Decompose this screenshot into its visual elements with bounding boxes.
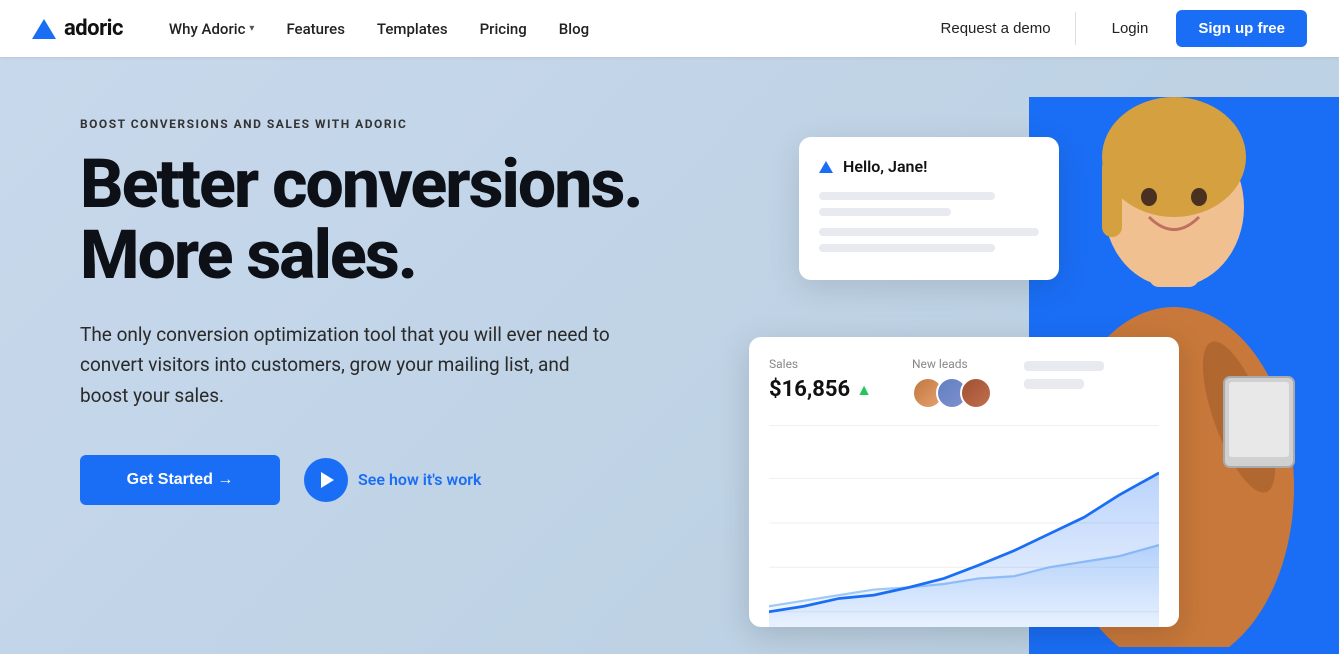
person-svg bbox=[1029, 67, 1319, 647]
signup-button[interactable]: Sign up free bbox=[1176, 10, 1307, 47]
chevron-down-icon: ▾ bbox=[249, 23, 254, 34]
hero-eyebrow: BOOST CONVERSIONS AND SALES WITH ADORIC bbox=[80, 117, 1339, 131]
up-arrow-icon: ▲ bbox=[856, 380, 872, 400]
login-button[interactable]: Login bbox=[1092, 12, 1169, 45]
card-line-2 bbox=[819, 208, 951, 216]
get-started-button[interactable]: Get Started → bbox=[80, 455, 280, 505]
nav-features[interactable]: Features bbox=[272, 12, 358, 46]
card-hello-header: Hello, Jane! bbox=[819, 157, 1039, 176]
nav-right: Request a demo Login Sign up free bbox=[921, 10, 1307, 47]
logo-triangle-icon bbox=[32, 19, 56, 39]
hero-title: Better conversions. More sales. bbox=[80, 149, 720, 292]
sales-label: Sales bbox=[769, 357, 872, 371]
see-how-link[interactable]: See how it's work bbox=[304, 458, 482, 502]
metric-placeholder-1 bbox=[1024, 361, 1104, 371]
card-line-4 bbox=[819, 244, 995, 252]
card-sales-top: Sales $16,856 ▲ New leads bbox=[769, 357, 1159, 409]
avatar-2 bbox=[936, 377, 968, 409]
avatar-1 bbox=[912, 377, 944, 409]
nav-pricing[interactable]: Pricing bbox=[466, 12, 541, 46]
card-line-3 bbox=[819, 228, 1039, 236]
logo-link[interactable]: adoric bbox=[32, 16, 123, 41]
logo-text: adoric bbox=[64, 16, 123, 41]
nav-links: Why Adoric ▾ Features Templates Pricing … bbox=[155, 12, 921, 46]
third-metric bbox=[1024, 357, 1104, 409]
avatar-group bbox=[912, 377, 984, 409]
card-greeting: Hello, Jane! bbox=[843, 157, 927, 176]
sales-metric: Sales $16,856 ▲ bbox=[769, 357, 872, 409]
card-line-1 bbox=[819, 192, 995, 200]
hero-visual: Hello, Jane! Sales $16,856 ▲ Ne bbox=[719, 57, 1339, 654]
leads-metric: New leads bbox=[912, 357, 984, 409]
hero-subtitle: The only conversion optimization tool th… bbox=[80, 320, 610, 411]
nav-blog[interactable]: Blog bbox=[545, 12, 603, 46]
request-demo-button[interactable]: Request a demo bbox=[921, 12, 1076, 45]
card-divider bbox=[769, 425, 1159, 426]
card-logo-icon bbox=[819, 161, 833, 173]
nav-why-adoric[interactable]: Why Adoric ▾ bbox=[155, 12, 269, 46]
hero-blue-background bbox=[1029, 97, 1339, 654]
hero-section: BOOST CONVERSIONS AND SALES WITH ADORIC … bbox=[0, 57, 1339, 654]
hero-person-image bbox=[1029, 67, 1319, 647]
navbar: adoric Why Adoric ▾ Features Templates P… bbox=[0, 0, 1339, 57]
sales-value: $16,856 ▲ bbox=[769, 377, 872, 402]
hello-card: Hello, Jane! bbox=[799, 137, 1059, 280]
leads-label: New leads bbox=[912, 357, 984, 371]
avatar-3 bbox=[960, 377, 992, 409]
play-icon bbox=[304, 458, 348, 502]
nav-templates[interactable]: Templates bbox=[363, 12, 462, 46]
metric-placeholder-2 bbox=[1024, 379, 1084, 389]
hero-buttons: Get Started → See how it's work bbox=[80, 455, 1339, 505]
